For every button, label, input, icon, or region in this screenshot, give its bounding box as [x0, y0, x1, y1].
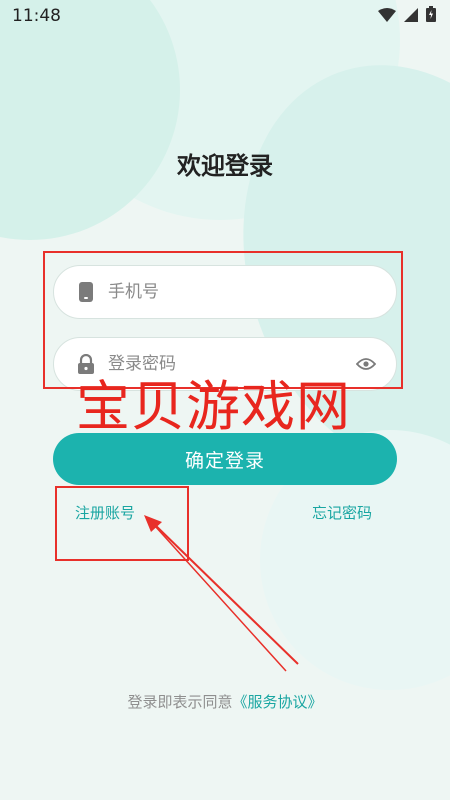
- status-time: 11:48: [12, 6, 61, 26]
- battery-icon: [426, 6, 436, 26]
- agreement-text: 登录即表示同意《服务协议》: [0, 691, 450, 712]
- register-link[interactable]: 注册账号: [75, 502, 135, 523]
- phone-input[interactable]: [108, 282, 378, 302]
- wifi-icon: [378, 7, 396, 26]
- agreement-prefix: 登录即表示同意: [127, 693, 233, 711]
- status-icons: [378, 6, 436, 26]
- signal-icon: [404, 7, 418, 26]
- status-bar: 11:48: [0, 0, 450, 32]
- forgot-password-link[interactable]: 忘记密码: [312, 502, 372, 523]
- phone-icon: [76, 281, 96, 303]
- page-title: 欢迎登录: [177, 152, 273, 180]
- phone-field[interactable]: [53, 265, 397, 319]
- watermark: 宝贝游戏网: [76, 375, 351, 438]
- terms-link[interactable]: 《服务协议》: [233, 693, 323, 711]
